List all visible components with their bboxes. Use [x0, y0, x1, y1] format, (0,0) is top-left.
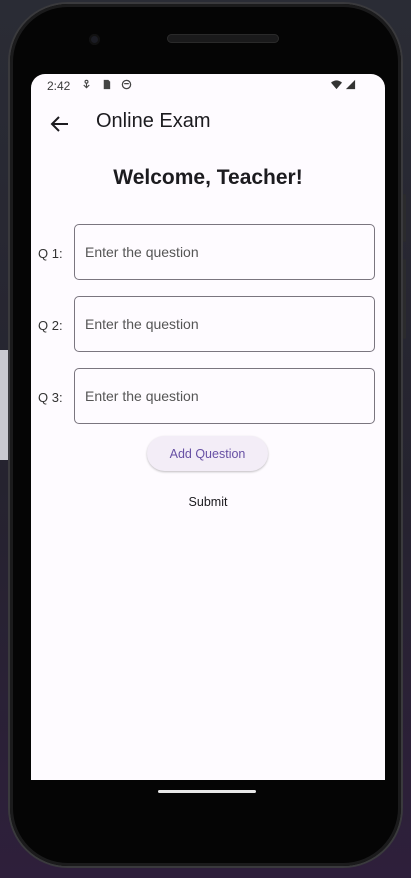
submit-button[interactable]: Submit: [171, 488, 245, 516]
arrow-back-icon: [50, 116, 68, 132]
cell-signal-icon: [345, 79, 356, 90]
question-2-input[interactable]: [74, 296, 375, 352]
power-button: [403, 194, 406, 242]
app-notification-icon: [121, 79, 132, 90]
phone-frame: 2:42 Online Exam Welcome, Teacher! Q 1: …: [10, 4, 406, 866]
question-2-label: Q 2:: [38, 318, 63, 333]
welcome-heading: Welcome, Teacher!: [113, 166, 303, 189]
app-screen: 2:42 Online Exam Welcome, Teacher! Q 1: …: [31, 74, 385, 780]
front-camera: [89, 34, 100, 45]
app-bar: Online Exam: [31, 96, 385, 152]
question-1-label: Q 1:: [38, 246, 63, 261]
question-1-input[interactable]: [74, 224, 375, 280]
status-time: 2:42: [47, 79, 71, 93]
earpiece-speaker: [167, 34, 279, 43]
question-3-label: Q 3:: [38, 390, 63, 405]
back-button[interactable]: [41, 106, 77, 142]
question-3-input[interactable]: [74, 368, 375, 424]
wifi-icon: [331, 80, 342, 90]
volume-button: [403, 259, 406, 339]
add-question-button[interactable]: Add Question: [147, 436, 268, 471]
usb-debug-icon: [83, 79, 90, 89]
app-bar-title: Online Exam: [96, 110, 211, 132]
question-row-3: Q 3:: [31, 368, 385, 426]
status-bar: 2:42: [31, 74, 385, 96]
sd-card-icon: [103, 79, 111, 90]
question-row-1: Q 1:: [31, 224, 385, 282]
home-gesture-bar[interactable]: [158, 790, 256, 793]
question-row-2: Q 2:: [31, 296, 385, 354]
